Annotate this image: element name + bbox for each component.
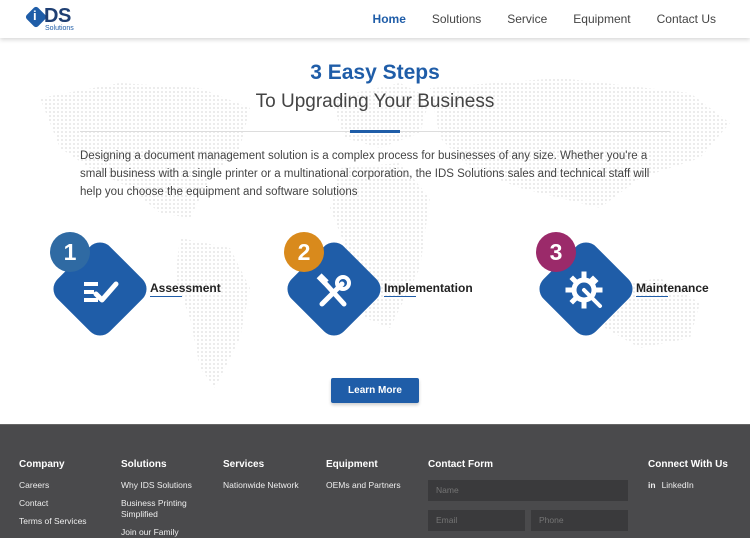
footer-heading: Connect With Us	[648, 459, 728, 470]
footer-heading: Company	[19, 459, 65, 470]
nav-contact-us[interactable]: Contact Us	[657, 12, 716, 26]
ids-logo[interactable]: i DS Solutions	[24, 5, 88, 34]
footer-heading: Services	[223, 459, 265, 470]
footer-contact-form: Contact Form	[428, 459, 493, 480]
footer-heading: Solutions	[121, 459, 167, 470]
footer-link-why-ids[interactable]: Why IDS Solutions	[121, 480, 206, 491]
footer-link-careers[interactable]: Careers	[19, 480, 87, 491]
step-number-badge: 2	[284, 232, 324, 272]
learn-more-button[interactable]: Learn More	[331, 378, 419, 403]
gear-wrench-icon	[565, 271, 603, 309]
footer-connect-column: Connect With Us in LinkedIn	[648, 459, 728, 498]
footer-link-terms[interactable]: Terms of Services	[19, 516, 87, 527]
footer-link-nationwide[interactable]: Nationwide Network	[223, 480, 299, 491]
nav-home[interactable]: Home	[373, 12, 406, 26]
linkedin-label: LinkedIn	[661, 480, 694, 490]
step-number-badge: 3	[536, 232, 576, 272]
intro-paragraph: Designing a document management solution…	[80, 150, 650, 198]
nav-equipment[interactable]: Equipment	[573, 12, 630, 26]
checklist-icon	[84, 281, 119, 303]
main-nav: Home Solutions Service Equipment Contact…	[347, 0, 750, 38]
step-label: Maintenance	[636, 281, 709, 295]
footer-link-business-printing[interactable]: Business Printing Simplified	[121, 498, 206, 520]
step-label: Assessment	[150, 281, 221, 295]
step-maintenance[interactable]: 3 Maintenance	[533, 232, 736, 357]
footer-link-join-family[interactable]: Join our Family	[121, 527, 206, 538]
name-field[interactable]	[428, 480, 628, 501]
phone-field[interactable]	[531, 510, 628, 531]
footer-heading: Equipment	[326, 459, 378, 470]
logo-mark: i	[33, 8, 37, 23]
footer-heading: Contact Form	[428, 459, 493, 470]
step-label: Implementation	[384, 281, 473, 295]
divider-accent	[350, 130, 400, 133]
logo-subtext: Solutions	[45, 25, 74, 32]
step-assessment[interactable]: 1 Assessment	[47, 232, 250, 357]
nav-service[interactable]: Service	[507, 12, 547, 26]
footer-equipment-column: Equipment OEMs and Partners	[326, 459, 401, 498]
footer-services-column: Services Nationwide Network	[223, 459, 299, 498]
nav-solutions[interactable]: Solutions	[432, 12, 481, 26]
linkedin-link[interactable]: in LinkedIn	[648, 480, 728, 491]
footer-link-oems[interactable]: OEMs and Partners	[326, 480, 401, 491]
footer-company-column: Company Careers Contact Terms of Service…	[19, 459, 87, 534]
step-underline	[636, 296, 668, 297]
step-number-badge: 1	[50, 232, 90, 272]
step-underline	[384, 296, 416, 297]
site-header: i DS Solutions Home Solutions Service Eq…	[0, 0, 750, 38]
step-underline	[150, 296, 182, 297]
footer-solutions-column: Solutions Why IDS Solutions Business Pri…	[121, 459, 206, 538]
email-field[interactable]	[428, 510, 525, 531]
linkedin-icon: in	[648, 480, 656, 490]
tools-icon	[316, 273, 351, 307]
page-title: 3 Easy Steps	[310, 61, 440, 84]
footer-link-contact[interactable]: Contact	[19, 498, 87, 509]
site-footer: Company Careers Contact Terms of Service…	[0, 424, 750, 538]
page-subtitle: To Upgrading Your Business	[255, 91, 495, 112]
step-implementation[interactable]: 2 Implementation	[281, 232, 484, 357]
